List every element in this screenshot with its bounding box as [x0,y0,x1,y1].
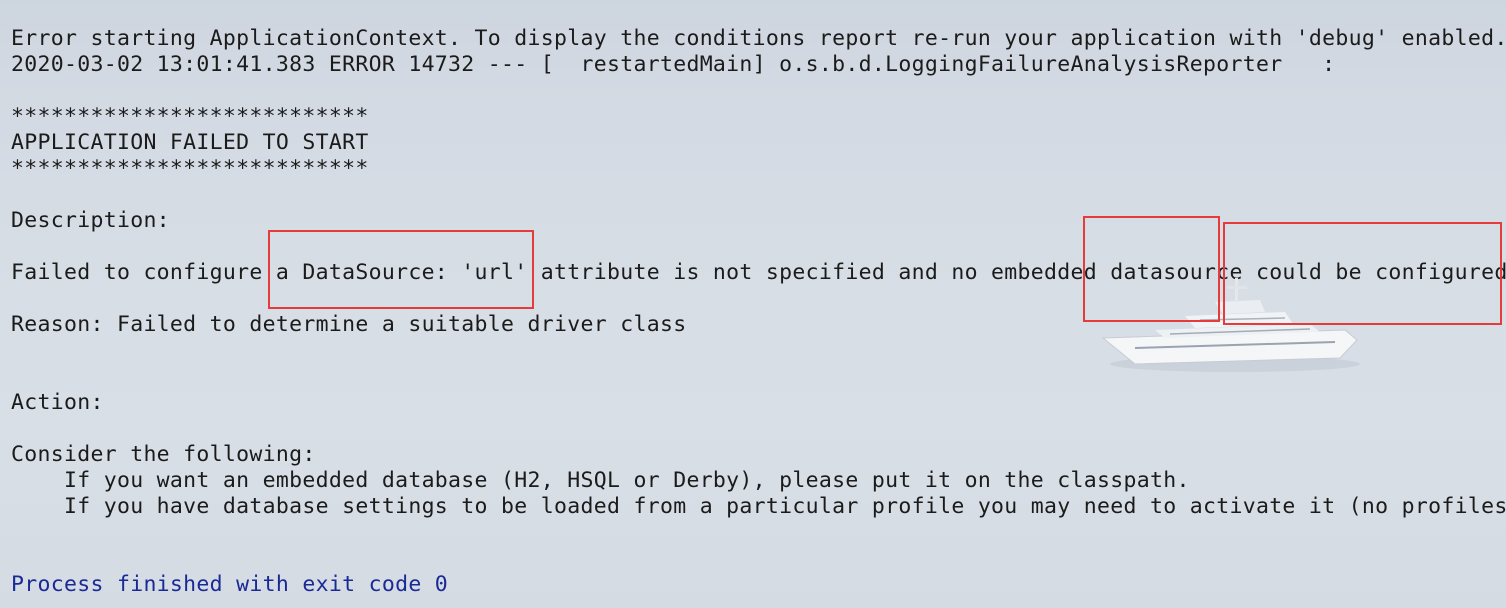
console-line-stars-top: *************************** [11,104,369,129]
console-line-embedded-db: If you want an embedded database (H2, HS… [11,468,1190,493]
console-line-consider: Consider the following: [11,442,316,467]
console-line-reason: Reason: Failed to determine a suitable d… [11,312,687,337]
console-line-process-finished: Process finished with exit code 0 [11,572,449,597]
highlight-datasource-word [1083,216,1220,322]
console-line-profiles: If you have database settings to be load… [11,494,1506,519]
highlight-datasource-url [268,230,534,309]
console-line-action-heading: Action: [11,390,104,415]
console-line-failed-to-start: APPLICATION FAILED TO START [11,130,369,155]
highlight-could-be-configured [1223,222,1502,325]
console-line-error-log: 2020-03-02 13:01:41.383 ERROR 14732 --- … [11,52,1336,77]
console-line-description-heading: Description: [11,208,170,233]
console-line-error-starting: Error starting ApplicationContext. To di… [11,26,1506,51]
console-line-stars-bottom: *************************** [11,156,369,181]
